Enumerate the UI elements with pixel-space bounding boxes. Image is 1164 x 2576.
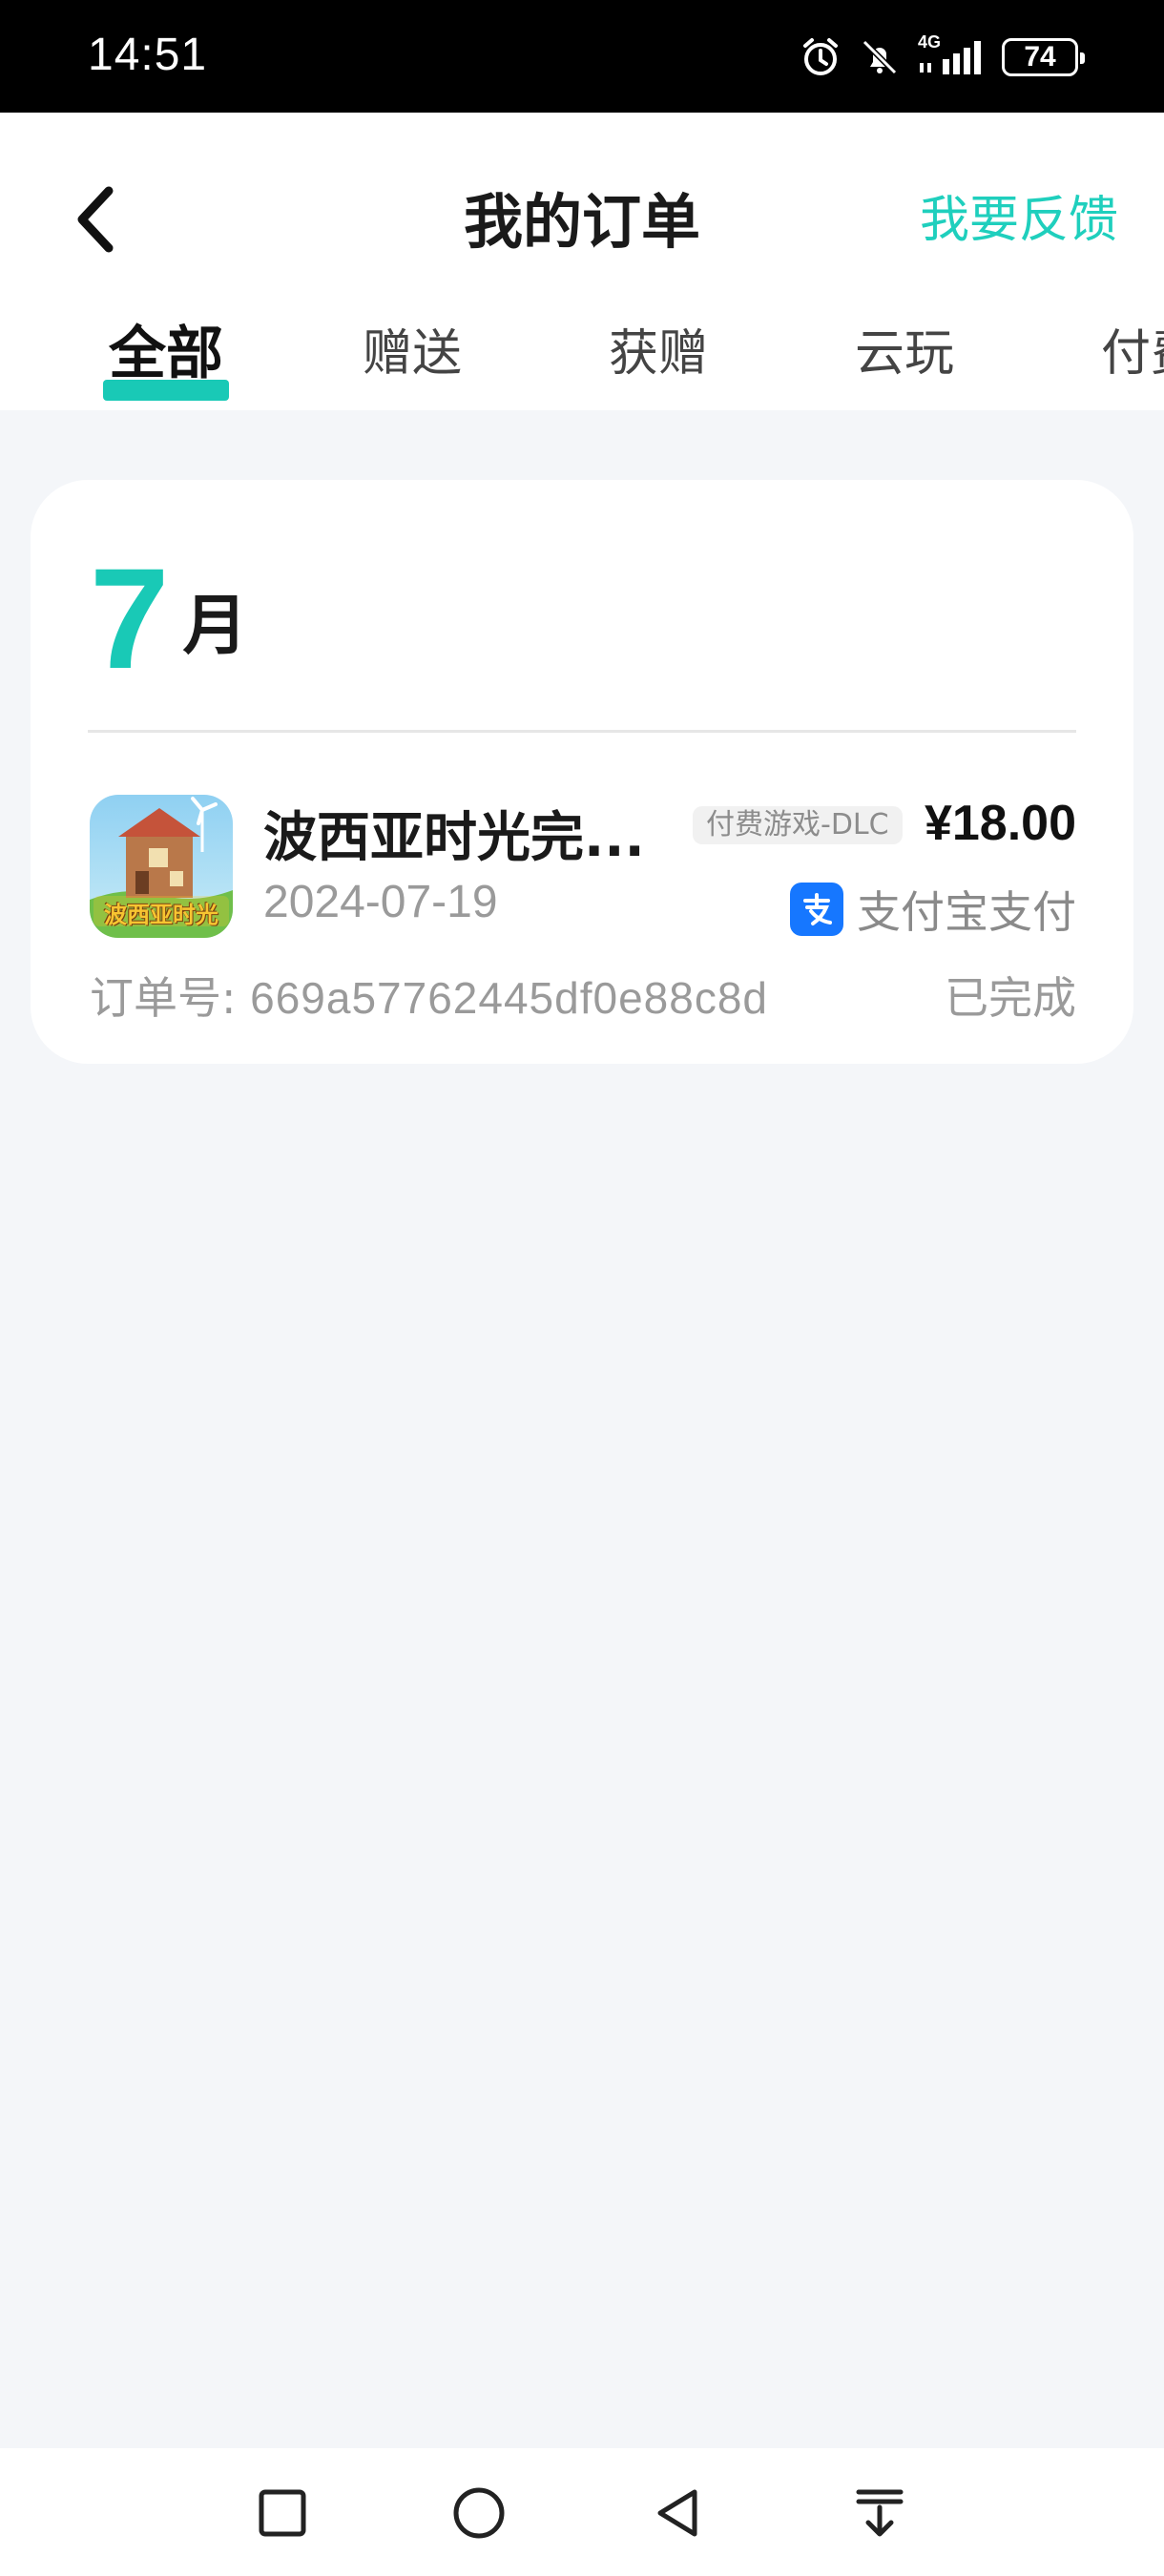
feedback-link[interactable]: 我要反馈 xyxy=(920,179,1118,251)
header: 我的订单 我要反馈 全部 赠送 获赠 云玩 付费 xyxy=(0,113,1164,410)
month-unit: 月 xyxy=(182,589,248,664)
tab-gift-sent[interactable]: 赠送 xyxy=(363,313,462,384)
product-type-tag: 付费游戏-DLC xyxy=(693,806,903,844)
menu-down-button[interactable] xyxy=(842,2475,918,2551)
order-item[interactable]: 波西亚时光 波西亚时光完... 付费游戏-DLC ¥18.00 2024-07-… xyxy=(31,730,1133,1064)
home-button[interactable] xyxy=(441,2475,517,2551)
order-number-value: 669a57762445df0e88c8d xyxy=(250,973,768,1023)
battery-indicator: 74 xyxy=(1002,38,1085,76)
payment-method: 支付宝支付 xyxy=(790,878,1076,941)
back-nav-button[interactable] xyxy=(641,2475,717,2551)
status-icons: 4G 74 xyxy=(800,32,1085,82)
recent-apps-icon xyxy=(259,2489,306,2537)
home-icon xyxy=(453,2487,505,2539)
tab-gift-received[interactable]: 获赠 xyxy=(609,313,708,384)
alarm-icon xyxy=(800,36,842,78)
alipay-icon xyxy=(790,883,843,936)
order-group-card: 7 月 波西亚时光 波西亚时光完... 付费游戏-DLC ¥18.00 2024… xyxy=(31,480,1133,1064)
game-title: 波西亚时光完... xyxy=(263,807,645,869)
order-price: ¥18.00 xyxy=(924,796,1076,851)
order-date: 2024-07-19 xyxy=(263,877,498,927)
system-nav-bar xyxy=(0,2448,1164,2576)
order-number-row: 订单号: 669a57762445df0e88c8d xyxy=(90,964,768,1027)
signal-icon: 4G xyxy=(918,32,985,76)
payment-method-label: 支付宝支付 xyxy=(857,886,1076,938)
tab-cloud-play[interactable]: 云玩 xyxy=(855,313,954,384)
order-status: 已完成 xyxy=(945,972,1076,1024)
order-number-label: 订单号: xyxy=(90,972,237,1024)
back-icon xyxy=(657,2489,697,2537)
tab-paid[interactable]: 付费 xyxy=(1101,313,1164,384)
network-type-label: 4G xyxy=(918,32,942,52)
order-tabs: 全部 赠送 获赠 云玩 付费 xyxy=(0,313,1164,410)
game-icon: 波西亚时光 xyxy=(90,795,233,938)
menu-down-icon xyxy=(856,2489,904,2537)
game-icon-logo-text: 波西亚时光 xyxy=(104,902,218,928)
tab-all[interactable]: 全部 xyxy=(109,307,223,390)
battery-level: 74 xyxy=(1024,41,1056,73)
status-bar: 14:51 4G 74 xyxy=(0,0,1164,113)
mute-bell-icon xyxy=(859,36,901,78)
month-heading: 7 月 xyxy=(90,538,248,698)
month-number: 7 xyxy=(90,538,170,698)
status-time: 14:51 xyxy=(88,30,208,80)
recent-apps-button[interactable] xyxy=(244,2475,321,2551)
